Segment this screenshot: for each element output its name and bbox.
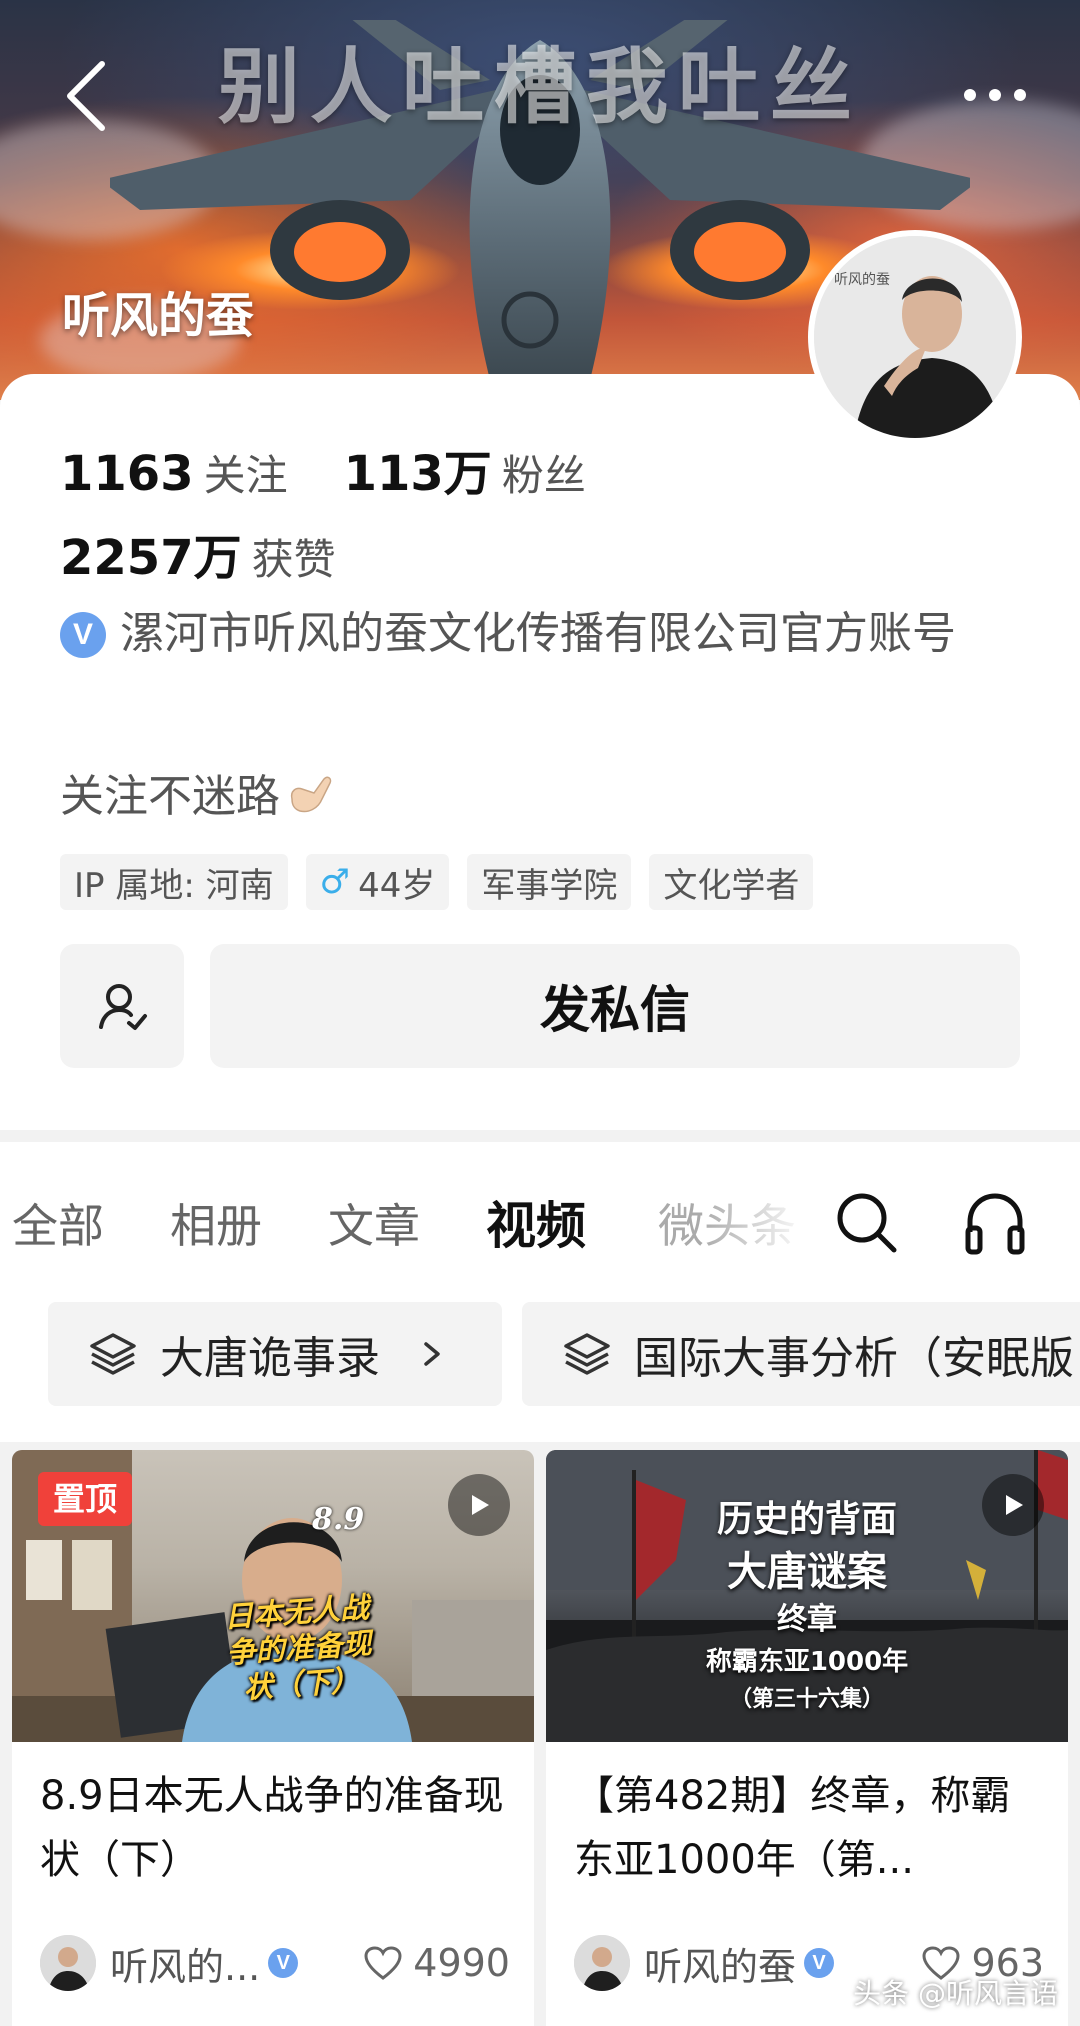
back-arrow-icon[interactable] bbox=[58, 56, 118, 136]
heart-icon bbox=[364, 1946, 402, 1980]
verified-small-icon: V bbox=[268, 1948, 299, 1978]
author-avatar[interactable] bbox=[574, 1935, 630, 1991]
stats-row: 1163 关注 113万 粉丝 bbox=[60, 434, 642, 504]
chevron-right-icon bbox=[424, 1342, 440, 1366]
video-title[interactable]: 8.9日本无人战争的准备现状（下） bbox=[40, 1764, 510, 1892]
author-name[interactable]: 听风的... bbox=[110, 1936, 260, 1991]
tab-albums[interactable]: 相册 bbox=[170, 1190, 262, 1256]
ip-location-tag: IP 属地: 河南 bbox=[60, 854, 288, 910]
call-me-hand-emoji-icon bbox=[290, 776, 332, 813]
collection-item[interactable]: 国际大事分析（安眠版 bbox=[522, 1302, 1080, 1406]
layers-icon bbox=[90, 1333, 136, 1375]
author-name[interactable]: 听风的蚕 bbox=[644, 1936, 796, 1991]
tab-scroll-fade bbox=[700, 1172, 810, 1262]
svg-text:听风的蚕: 听风的蚕 bbox=[834, 272, 890, 288]
age-text: 44岁 bbox=[358, 865, 436, 906]
following-label[interactable]: 关注 bbox=[204, 442, 288, 503]
more-options-icon[interactable] bbox=[960, 80, 1030, 110]
verification-line: V 漯河市听风的蚕文化传播有限公司官方账号 bbox=[60, 602, 1020, 666]
video-thumbnail[interactable]: 历史的背面 大唐谜案 终章 称霸东亚1000年 （第三十六集） bbox=[546, 1450, 1068, 1742]
profile-avatar[interactable]: 听风的蚕 bbox=[808, 230, 1022, 444]
search-icon[interactable] bbox=[832, 1188, 902, 1258]
like-count-value: 4990 bbox=[413, 1941, 510, 1985]
avatar-portrait: 听风的蚕 bbox=[814, 236, 1016, 438]
video-card[interactable]: 历史的背面 大唐谜案 终章 称霸东亚1000年 （第三十六集） 【第482期】终… bbox=[546, 1450, 1068, 2026]
thumbnail-line: 终章 bbox=[777, 1602, 837, 1637]
video-thumbnail[interactable]: 置顶 8.9 日本无人战争的准备现状（下） bbox=[12, 1450, 534, 1742]
male-gender-icon: ♂ bbox=[319, 862, 351, 902]
bio-text: 关注不迷路 bbox=[60, 771, 280, 822]
verification-text: 漯河市听风的蚕文化传播有限公司官方账号 bbox=[120, 608, 956, 659]
followers-label[interactable]: 粉丝 bbox=[502, 442, 586, 503]
following-count[interactable]: 1163 bbox=[60, 446, 194, 502]
thumbnail-caption: 日本无人战争的准备现状（下） bbox=[222, 1590, 373, 1705]
school-tag: 军事学院 bbox=[467, 854, 632, 910]
video-meta: 听风的... V 4990 bbox=[40, 1932, 510, 1994]
profile-tags: IP 属地: 河南 ♂ 44岁 军事学院 文化学者 bbox=[60, 854, 814, 910]
like-count[interactable]: 4990 bbox=[363, 1941, 510, 1985]
likes-label: 获赞 bbox=[251, 535, 336, 584]
thumbnail-line: 大唐谜案 bbox=[727, 1549, 887, 1595]
verified-small-icon: V bbox=[804, 1948, 835, 1978]
likes-count: 2257万 bbox=[60, 530, 242, 586]
content-tabs-area: 全部 相册 文章 视频 微头条 大唐诡事录 国际大事分析（安眠版 bbox=[0, 1142, 1080, 1442]
profile-card: 1163 关注 113万 粉丝 2257万 获赞 V 漯河市听风的蚕文化传播有限公… bbox=[0, 374, 1080, 1130]
collection-label: 国际大事分析（安眠版 bbox=[634, 1333, 1074, 1384]
video-title[interactable]: 【第482期】终章，称霸东亚1000年（第... bbox=[574, 1764, 1044, 1892]
thumbnail-line: （第三十六集） bbox=[729, 1687, 884, 1712]
collection-item[interactable]: 大唐诡事录 bbox=[48, 1302, 502, 1406]
likes-row: 2257万 获赞 bbox=[60, 518, 392, 588]
profile-name: 听风的蚕 bbox=[62, 288, 255, 344]
play-icon bbox=[448, 1474, 510, 1536]
banner-headline: 别人吐槽我吐丝 bbox=[217, 40, 862, 135]
bio: 关注不迷路 bbox=[60, 760, 334, 824]
thumbnail-title-block: 历史的背面 大唐谜案 终章 称霸东亚1000年 （第三十六集） bbox=[546, 1494, 1068, 1718]
play-icon bbox=[982, 1474, 1044, 1536]
send-message-button[interactable]: 发私信 bbox=[210, 944, 1020, 1068]
thumbnail-line: 称霸东亚1000年 bbox=[705, 1647, 909, 1677]
thumbnail-date: 8.9 bbox=[312, 1502, 365, 1537]
follow-user-button[interactable] bbox=[60, 944, 184, 1068]
layers-icon bbox=[564, 1333, 610, 1375]
verified-badge-icon: V bbox=[60, 612, 106, 658]
user-follow-icon bbox=[99, 984, 147, 1030]
video-card[interactable]: 置顶 8.9 日本无人战争的准备现状（下） 8.9日本无人战争的准备现状（下） … bbox=[12, 1450, 534, 2026]
author-avatar[interactable] bbox=[40, 1935, 96, 1991]
tab-articles[interactable]: 文章 bbox=[328, 1190, 420, 1256]
headphones-icon[interactable] bbox=[960, 1188, 1030, 1258]
role-tag: 文化学者 bbox=[649, 854, 814, 910]
age-tag: ♂ 44岁 bbox=[305, 854, 450, 910]
tab-all[interactable]: 全部 bbox=[12, 1190, 104, 1256]
followers-count[interactable]: 113万 bbox=[344, 434, 492, 504]
tab-videos[interactable]: 视频 bbox=[486, 1186, 586, 1258]
pinned-badge: 置顶 bbox=[38, 1472, 132, 1526]
source-watermark: 头条 @听风言语 bbox=[853, 1977, 1058, 2010]
collection-label: 大唐诡事录 bbox=[160, 1333, 380, 1384]
